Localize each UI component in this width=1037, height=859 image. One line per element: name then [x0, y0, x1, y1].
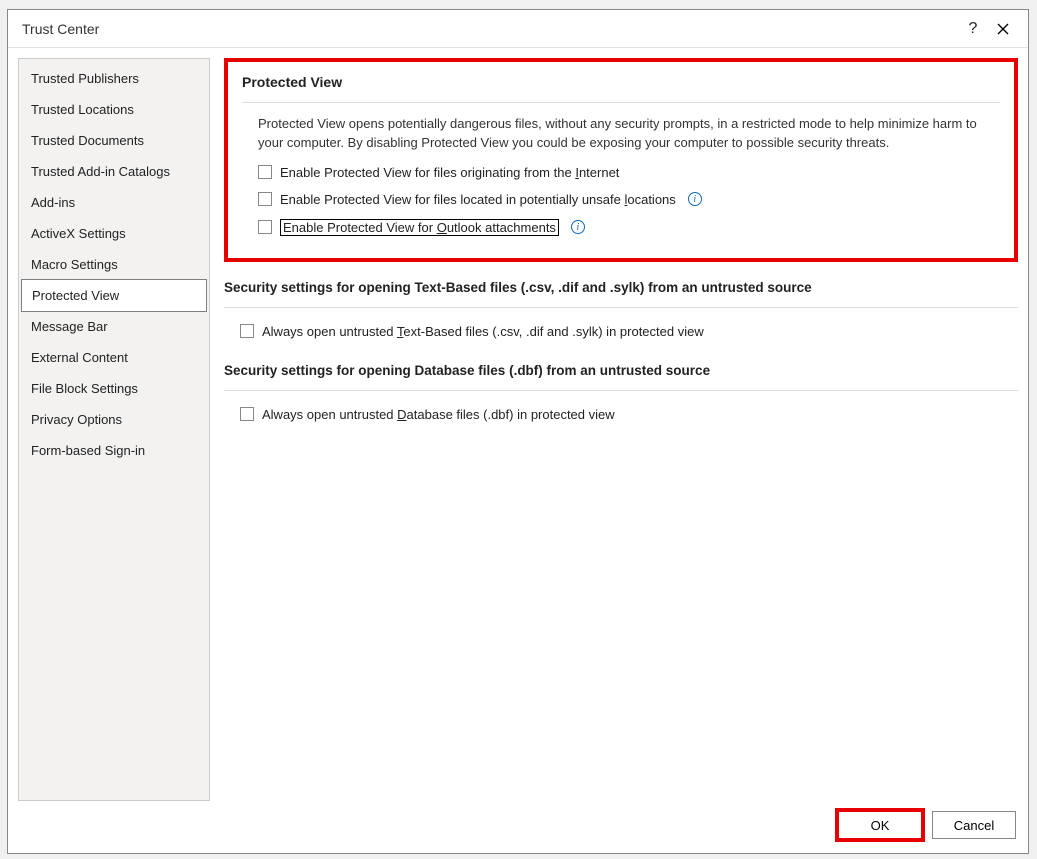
checkbox-enable-unsafe-locations[interactable] [258, 192, 272, 206]
divider [224, 390, 1018, 391]
sidebar-item-trusted-locations[interactable]: Trusted Locations [21, 94, 207, 125]
sidebar-item-privacy-options[interactable]: Privacy Options [21, 404, 207, 435]
dialog-footer: OK Cancel [8, 801, 1028, 853]
sidebar-item-trusted-documents[interactable]: Trusted Documents [21, 125, 207, 156]
protected-view-title: Protected View [242, 74, 1000, 90]
label-enable-unsafe-locations: Enable Protected View for files located … [280, 192, 676, 207]
checkbox-enable-outlook[interactable] [258, 220, 272, 234]
sidebar-item-protected-view[interactable]: Protected View [21, 279, 207, 312]
label-enable-outlook: Enable Protected View for Outlook attach… [280, 219, 559, 236]
sidebar-item-add-ins[interactable]: Add-ins [21, 187, 207, 218]
sidebar-item-form-based-sign-in[interactable]: Form-based Sign-in [21, 435, 207, 466]
sidebar-item-external-content[interactable]: External Content [21, 342, 207, 373]
trust-center-dialog: Trust Center ? Trusted Publishers Truste… [7, 9, 1029, 854]
option-text-based-row: Always open untrusted Text-Based files (… [224, 318, 1018, 345]
titlebar: Trust Center ? [8, 10, 1028, 48]
content-pane: Protected View Protected View opens pote… [224, 58, 1018, 801]
dialog-title: Trust Center [22, 21, 958, 37]
label-database: Always open untrusted Database files (.d… [262, 407, 615, 422]
cancel-button[interactable]: Cancel [932, 811, 1016, 839]
option-internet-row: Enable Protected View for files originat… [242, 159, 1000, 186]
checkbox-enable-internet[interactable] [258, 165, 272, 179]
sidebar-item-file-block-settings[interactable]: File Block Settings [21, 373, 207, 404]
close-button[interactable] [988, 14, 1018, 44]
protected-view-section: Protected View Protected View opens pote… [224, 58, 1018, 262]
sidebar-item-activex-settings[interactable]: ActiveX Settings [21, 218, 207, 249]
database-title: Security settings for opening Database f… [224, 363, 1018, 378]
info-icon[interactable]: i [571, 220, 585, 234]
sidebar-item-trusted-publishers[interactable]: Trusted Publishers [21, 63, 207, 94]
help-button[interactable]: ? [958, 14, 988, 44]
protected-view-description: Protected View opens potentially dangero… [242, 103, 1000, 159]
sidebar-item-trusted-addin-catalogs[interactable]: Trusted Add-in Catalogs [21, 156, 207, 187]
text-based-title: Security settings for opening Text-Based… [224, 280, 1018, 295]
label-text-based: Always open untrusted Text-Based files (… [262, 324, 704, 339]
sidebar-item-message-bar[interactable]: Message Bar [21, 311, 207, 342]
option-database-row: Always open untrusted Database files (.d… [224, 401, 1018, 428]
close-icon [997, 23, 1009, 35]
sidebar-item-macro-settings[interactable]: Macro Settings [21, 249, 207, 280]
ok-button[interactable]: OK [838, 811, 922, 839]
sidebar: Trusted Publishers Trusted Locations Tru… [18, 58, 210, 801]
checkbox-text-based[interactable] [240, 324, 254, 338]
option-outlook-row: Enable Protected View for Outlook attach… [242, 213, 1000, 242]
divider [224, 307, 1018, 308]
label-enable-internet: Enable Protected View for files originat… [280, 165, 619, 180]
info-icon[interactable]: i [688, 192, 702, 206]
option-unsafe-locations-row: Enable Protected View for files located … [242, 186, 1000, 213]
checkbox-database[interactable] [240, 407, 254, 421]
dialog-body: Trusted Publishers Trusted Locations Tru… [8, 48, 1028, 801]
